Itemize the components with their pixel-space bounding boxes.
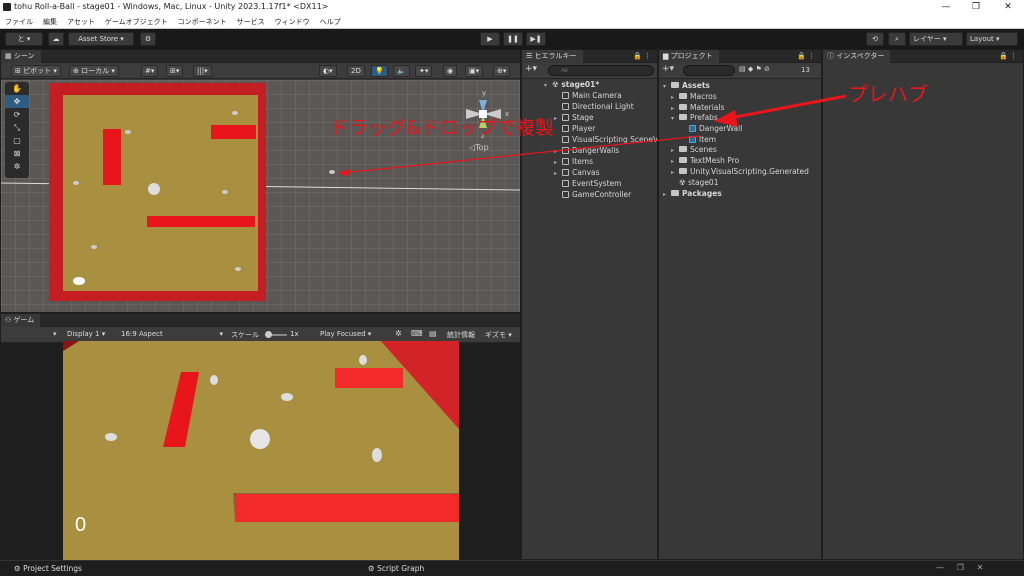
script-graph-window[interactable]: ⚙ Script Graph xyxy=(368,564,424,573)
project-settings-window[interactable]: ⚙ Project Settings xyxy=(14,564,82,573)
bottom-bar: ⚙ Project Settings ⚙ Script Graph — ❐ ✕ xyxy=(0,560,1024,576)
window-controls[interactable]: — ❐ ✕ xyxy=(936,563,983,572)
script-graph-label: Script Graph xyxy=(377,564,425,573)
drag-drop-annotation: ドラッグ&ドロップで複製 xyxy=(330,117,554,139)
prefab-annotation: プレハブ xyxy=(848,82,928,106)
project-settings-label: Project Settings xyxy=(23,564,82,573)
